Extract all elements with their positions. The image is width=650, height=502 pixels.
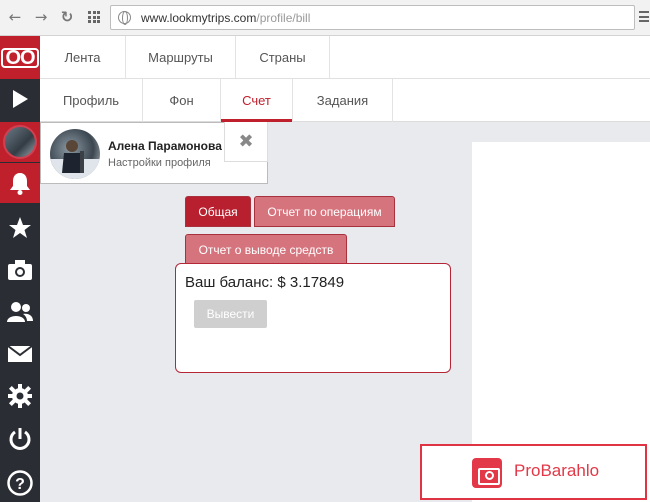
balance-text: Ваш баланс: $ 3.17849: [185, 274, 345, 291]
url-path: /profile/bill: [256, 11, 311, 25]
tab-profile[interactable]: Профиль: [40, 79, 143, 122]
help-icon[interactable]: ?: [0, 463, 40, 502]
watermark-text: ProBarahlo: [514, 461, 600, 480]
play-icon[interactable]: [0, 79, 40, 119]
url-host: www.lookmytrips.com: [141, 11, 257, 25]
menu-icon[interactable]: [639, 11, 649, 25]
tab-general[interactable]: Общая: [185, 196, 251, 227]
globe-icon: [118, 11, 131, 25]
browser-toolbar: ← → ↻ www.lookmytrips.com/profile/bill: [0, 0, 650, 36]
withdraw-button[interactable]: Вывести: [194, 300, 267, 328]
logo-text: OO: [1, 47, 39, 68]
watermark-badge: ProBarahlo: [420, 444, 647, 500]
camera-icon[interactable]: [0, 250, 40, 290]
avatar: [3, 125, 37, 159]
address-bar[interactable]: www.lookmytrips.com/profile/bill: [110, 5, 635, 30]
reload-icon[interactable]: ↻: [58, 8, 76, 26]
star-icon[interactable]: [0, 208, 40, 248]
profile-settings-link[interactable]: Настройки профиля: [108, 157, 211, 169]
logo[interactable]: OO: [0, 36, 40, 79]
bell-icon[interactable]: [0, 163, 40, 203]
tab-account[interactable]: Счет: [221, 79, 293, 122]
sidebar-avatar[interactable]: [0, 122, 40, 162]
mail-icon[interactable]: [0, 334, 40, 374]
url-text: www.lookmytrips.com/profile/bill: [141, 11, 310, 25]
gear-icon[interactable]: [0, 376, 40, 416]
avatar: [50, 129, 100, 179]
apps-icon[interactable]: [88, 11, 100, 23]
svg-text:?: ?: [15, 476, 25, 493]
back-icon[interactable]: ←: [6, 8, 24, 26]
tab-background[interactable]: Фон: [143, 79, 221, 122]
power-icon[interactable]: [0, 419, 40, 459]
sidebar: OO ?: [0, 36, 40, 502]
users-icon[interactable]: [0, 292, 40, 332]
balance-panel: Ваш баланс: $ 3.17849 Вывести: [175, 263, 451, 373]
forward-icon[interactable]: →: [32, 8, 50, 26]
tab-operations-report[interactable]: Отчет по операциям: [254, 196, 395, 227]
top-navigation: Лента Маршруты Страны: [40, 36, 650, 79]
tab-countries[interactable]: Страны: [236, 36, 330, 79]
tab-tasks[interactable]: Задания: [293, 79, 393, 122]
tab-withdrawal-report[interactable]: Отчет о выводе средств: [185, 234, 347, 265]
tab-feed[interactable]: Лента: [40, 36, 126, 79]
tab-routes[interactable]: Маршруты: [126, 36, 236, 79]
profile-name: Алена Парамонова: [108, 139, 222, 153]
close-icon[interactable]: ✖: [224, 122, 268, 162]
profile-subnavigation: Профиль Фон Счет Задания: [40, 79, 650, 122]
tv-icon: [472, 458, 502, 488]
